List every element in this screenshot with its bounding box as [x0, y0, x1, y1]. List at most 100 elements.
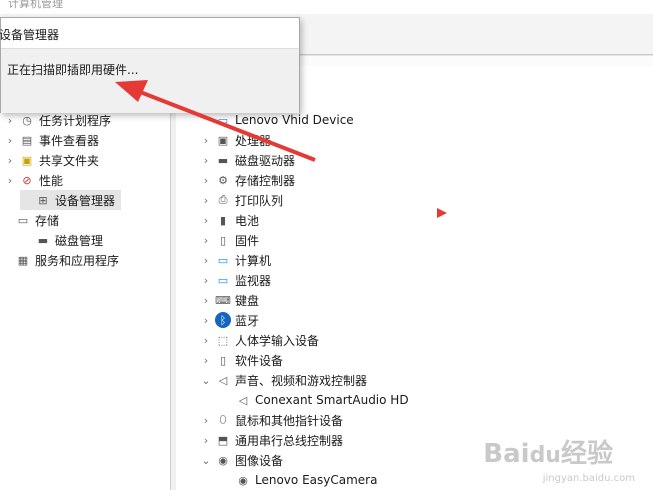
expand-toggle-icon[interactable]: › — [200, 274, 212, 287]
tree-item[interactable]: › ▯ 软件设备 — [200, 350, 283, 370]
tree-item[interactable]: › ⬯ 鼠标和其他指针设备 — [200, 410, 343, 430]
expand-toggle-icon[interactable]: › — [4, 114, 16, 127]
expand-toggle-icon[interactable]: › — [200, 334, 212, 347]
software-device-icon: ▯ — [219, 353, 227, 367]
window-titlebar: 计算机管理 — [0, 0, 653, 14]
expand-toggle-icon[interactable]: › — [4, 134, 16, 147]
performance-icon: ⊘ — [22, 173, 32, 187]
tree-item[interactable]: › ⌨ 键盘 — [200, 290, 259, 310]
tree-item-label: 键盘 — [235, 293, 260, 308]
storage-controller-icon: ⚙ — [218, 173, 228, 187]
tree-item-label: 存储控制器 — [235, 173, 296, 188]
tree-item[interactable]: › ▬ 磁盘驱动器 — [200, 150, 295, 170]
tree-item-label: 蓝牙 — [235, 313, 260, 328]
firmware-icon: ▯ — [219, 233, 227, 247]
tree-item-label: 鼠标和其他指针设备 — [235, 413, 344, 428]
tree-item[interactable]: › ⬚ 人体学输入设备 — [200, 330, 319, 350]
tree-item[interactable]: ▭ Lenovo Vhid Device — [200, 110, 354, 130]
scanning-dialog: 设备管理器 正在扫描即插即用硬件... — [0, 17, 300, 113]
tree-item[interactable]: › ⚙ 存储控制器 — [200, 170, 295, 190]
camera-icon: ◉ — [218, 453, 228, 467]
tree-item[interactable]: › ⊘ 性能 — [4, 170, 63, 190]
tree-item-label: 人体学输入设备 — [235, 333, 320, 348]
hid-icon: ⬚ — [217, 333, 229, 347]
tree-item[interactable]: › ▭ 计算机 — [200, 250, 271, 270]
tree-item[interactable]: ◁ Conexant SmartAudio HD — [220, 390, 409, 410]
bluetooth-icon: ᛒ — [215, 312, 231, 328]
expand-toggle-icon[interactable]: ⌄ — [200, 374, 212, 387]
usb-icon: ⬒ — [217, 433, 229, 447]
tree-item[interactable]: ▦ 服务和应用程序 — [0, 250, 119, 270]
mouse-icon: ⬯ — [219, 413, 227, 426]
expand-toggle-icon[interactable]: › — [200, 254, 212, 267]
expand-toggle-icon[interactable]: › — [200, 434, 212, 447]
tree-item[interactable]: › ◷ 任务计划程序 — [4, 110, 111, 130]
expand-toggle-icon[interactable]: › — [200, 414, 212, 427]
tree-item-label: Conexant SmartAudio HD — [255, 393, 409, 407]
tree-item-label: 磁盘管理 — [55, 233, 104, 248]
tree-item-label: 任务计划程序 — [39, 113, 112, 128]
camera-icon: ◉ — [238, 473, 248, 487]
expand-toggle-icon[interactable]: › — [200, 314, 212, 327]
storage-icon: ▭ — [17, 213, 29, 227]
shared-folder-icon: ▣ — [21, 153, 33, 167]
tree-item[interactable]: ⊞ 设备管理器 — [20, 190, 122, 210]
expand-toggle-icon[interactable]: › — [4, 154, 16, 167]
computer-icon: ▭ — [217, 253, 229, 267]
tree-item-label: 存储 — [35, 213, 60, 228]
tree-item[interactable]: › ▭ 监视器 — [200, 270, 271, 290]
tree-item-label: 软件设备 — [235, 353, 284, 368]
expand-toggle-icon[interactable]: › — [4, 174, 16, 187]
tree-item[interactable]: ⌄ ◁ 声音、视频和游戏控制器 — [200, 370, 367, 390]
expand-toggle-icon[interactable]: › — [200, 174, 212, 187]
expand-toggle-icon[interactable]: ⌄ — [200, 454, 212, 467]
device-tree-pane: C3SETAPI 控制器▭Lenovo Vhid Device›▣处理器›▬磁盘… — [176, 66, 653, 490]
keyboard-icon: ⌨ — [215, 293, 231, 307]
tree-item-label: 共享文件夹 — [39, 153, 100, 168]
expand-toggle-icon[interactable]: › — [200, 354, 212, 367]
tree-item-label: 设备管理器 — [55, 193, 116, 208]
expand-toggle-icon[interactable]: › — [200, 234, 212, 247]
services-icon: ▦ — [17, 253, 29, 267]
tree-item-label: 打印队列 — [235, 193, 284, 208]
dialog-body: 正在扫描即插即用硬件... — [1, 48, 299, 113]
tree-item-label: 计算机 — [235, 253, 272, 268]
expand-toggle-icon[interactable]: › — [200, 154, 212, 167]
tree-item[interactable]: ▭ 存储 — [0, 210, 59, 230]
battery-icon: ▮ — [219, 213, 227, 227]
speaker-icon: ◁ — [218, 373, 228, 387]
left-navigation-pane: › ◷ 任务计划程序 › ▤ 事件查看器 › ▣ 共享文件夹 › ⊘ 性能 ⊞ 设备管理器 ▭ 存储 ▬ 磁盘管理… — [0, 66, 170, 490]
tree-item[interactable]: › ⬒ 通用串行总线控制器 — [200, 430, 343, 450]
tree-item-label: 事件查看器 — [39, 133, 100, 148]
tree-item[interactable]: › ⎙ 打印队列 — [200, 190, 283, 210]
tree-item[interactable]: ⌄ ◉ 图像设备 — [200, 450, 283, 470]
processor-icon: ▣ — [217, 133, 229, 147]
window-title: 计算机管理 — [8, 0, 63, 10]
tree-item-label: 图像设备 — [235, 453, 284, 468]
tree-item-label: 通用串行总线控制器 — [235, 433, 344, 448]
tree-item[interactable]: ▬ 磁盘管理 — [20, 230, 103, 250]
expand-toggle-icon[interactable]: › — [200, 134, 212, 147]
tree-item[interactable]: ◉ Lenovo EasyCamera — [220, 470, 377, 490]
monitor-icon: ▭ — [217, 113, 229, 127]
event-viewer-icon: ▤ — [21, 133, 33, 147]
clock-icon: ◷ — [22, 113, 32, 127]
expand-toggle-icon[interactable]: › — [200, 194, 212, 207]
tree-item-label: 监视器 — [235, 273, 272, 288]
expand-toggle-icon[interactable]: › — [200, 294, 212, 307]
monitor-icon: ▭ — [217, 273, 229, 287]
expand-toggle-icon[interactable]: › — [200, 214, 212, 227]
tree-item-label: Lenovo Vhid Device — [235, 113, 354, 127]
tree-item[interactable]: › ▣ 共享文件夹 — [4, 150, 99, 170]
printer-icon: ⎙ — [218, 193, 228, 206]
tree-item[interactable]: › ᛒ 蓝牙 — [200, 310, 259, 330]
watermark-logo: Baidu经验 — [483, 439, 613, 469]
tree-item-label: 磁盘驱动器 — [235, 153, 296, 168]
speaker-icon: ◁ — [238, 393, 248, 407]
tree-item[interactable]: › ▤ 事件查看器 — [4, 130, 99, 150]
tree-item[interactable]: › ▣ 处理器 — [200, 130, 271, 150]
tree-item-label: 处理器 — [235, 133, 272, 148]
tree-item[interactable]: › ▯ 固件 — [200, 230, 259, 250]
tree-item-label: 电池 — [235, 213, 260, 228]
tree-item[interactable]: › ▮ 电池 — [200, 210, 259, 230]
